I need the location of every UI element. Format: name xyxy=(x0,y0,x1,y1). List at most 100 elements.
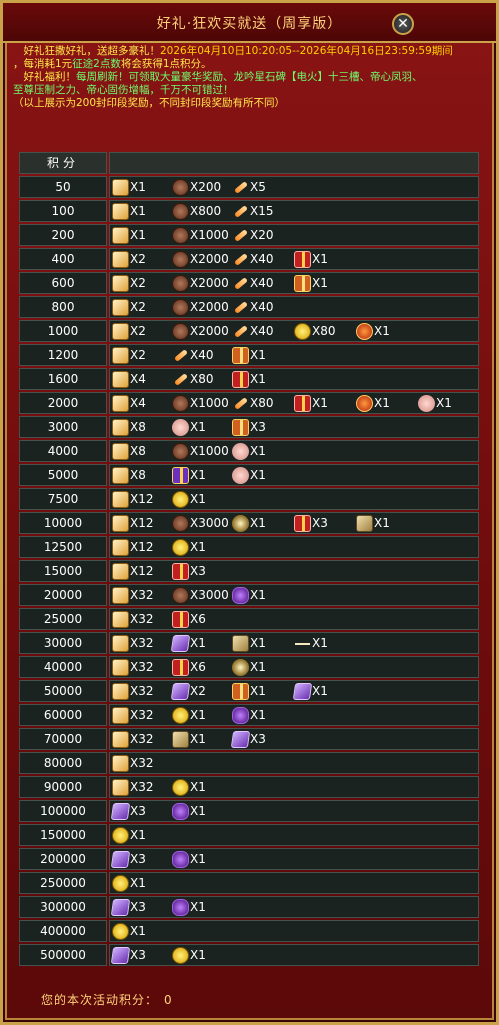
reward-item[interactable]: X1 xyxy=(232,442,266,460)
reward-item[interactable]: X32 xyxy=(112,586,154,604)
reward-item[interactable]: X1 xyxy=(112,922,146,940)
reward-item[interactable]: X2 xyxy=(170,682,206,700)
reward-item[interactable]: X2 xyxy=(112,250,146,268)
reward-item[interactable]: X200 xyxy=(172,178,221,196)
reward-item[interactable]: X1 xyxy=(112,226,146,244)
card-icon xyxy=(110,898,131,916)
reward-item[interactable]: X1000 xyxy=(172,394,229,412)
reward-item[interactable]: X3 xyxy=(110,850,146,868)
reward-item[interactable]: X1 xyxy=(172,706,206,724)
reward-item[interactable]: X8 xyxy=(112,466,146,484)
reward-item[interactable]: X3 xyxy=(110,802,146,820)
reward-item[interactable]: X32 xyxy=(112,778,154,796)
reward-item[interactable]: X32 xyxy=(112,754,154,772)
reward-item[interactable]: X1 xyxy=(112,178,146,196)
reward-item[interactable]: X2000 xyxy=(172,250,229,268)
reward-item[interactable]: X3 xyxy=(232,418,266,436)
reward-item[interactable]: X1 xyxy=(172,466,206,484)
reward-item[interactable]: X1 xyxy=(232,682,266,700)
reward-item[interactable]: X1 xyxy=(172,778,206,796)
reward-item[interactable]: X1 xyxy=(294,634,328,652)
red-gift-icon xyxy=(172,610,189,628)
reward-item[interactable]: X2 xyxy=(112,346,146,364)
reward-item[interactable]: X32 xyxy=(112,658,154,676)
reward-item[interactable]: X1 xyxy=(172,418,206,436)
reward-item[interactable]: X40 xyxy=(232,298,274,316)
reward-item[interactable]: X8 xyxy=(112,442,146,460)
reward-item[interactable]: X3000 xyxy=(172,586,229,604)
table-row: 100000 X3 X1 xyxy=(19,800,479,822)
reward-item[interactable]: X5 xyxy=(232,178,266,196)
reward-item[interactable]: X80 xyxy=(172,370,214,388)
reward-item[interactable]: X12 xyxy=(112,514,154,532)
reward-item[interactable]: X1 xyxy=(232,466,266,484)
reward-item[interactable]: X1 xyxy=(418,394,452,412)
reward-item[interactable]: X1 xyxy=(356,514,390,532)
reward-item[interactable]: X2 xyxy=(112,322,146,340)
reward-item[interactable]: X3 xyxy=(230,730,266,748)
reward-item[interactable]: X40 xyxy=(172,346,214,364)
reward-item[interactable]: X40 xyxy=(232,274,274,292)
reward-item[interactable]: X1 xyxy=(294,274,328,292)
reward-item[interactable]: X2 xyxy=(112,274,146,292)
reward-item[interactable]: X3 xyxy=(172,562,206,580)
reward-item[interactable]: X1 xyxy=(356,322,390,340)
reward-item[interactable]: X1 xyxy=(232,514,266,532)
reward-item[interactable]: X6 xyxy=(172,610,206,628)
reward-item[interactable]: X1000 xyxy=(172,442,229,460)
reward-item[interactable]: X1 xyxy=(232,658,266,676)
reward-item[interactable]: X12 xyxy=(112,490,154,508)
reward-item[interactable]: X40 xyxy=(232,322,274,340)
reward-item[interactable]: X12 xyxy=(112,562,154,580)
reward-item[interactable]: X80 xyxy=(232,394,274,412)
reward-item[interactable]: X32 xyxy=(112,730,154,748)
reward-item[interactable]: X1 xyxy=(170,634,206,652)
reward-item[interactable]: X40 xyxy=(232,250,274,268)
reward-item[interactable]: X32 xyxy=(112,634,154,652)
reward-item[interactable]: X2000 xyxy=(172,322,229,340)
table-row: 70000 X32 X1 X3 xyxy=(19,728,479,750)
reward-item[interactable]: X3 xyxy=(294,514,328,532)
coin-icon xyxy=(172,706,189,724)
reward-item[interactable]: X1 xyxy=(172,946,206,964)
reward-item[interactable]: X1 xyxy=(172,802,206,820)
reward-item[interactable]: X1 xyxy=(232,586,266,604)
reward-item[interactable]: X32 xyxy=(112,682,154,700)
reward-item[interactable]: X4 xyxy=(112,394,146,412)
rewards-cell: X2 X2000 X40 xyxy=(109,296,479,318)
reward-item[interactable]: X1 xyxy=(112,826,146,844)
reward-item[interactable]: X1 xyxy=(172,490,206,508)
reward-item[interactable]: X1 xyxy=(232,370,266,388)
reward-item[interactable]: X1 xyxy=(172,538,206,556)
reward-item[interactable]: X2000 xyxy=(172,298,229,316)
reward-item[interactable]: X6 xyxy=(172,658,206,676)
reward-item[interactable]: X1 xyxy=(232,634,266,652)
reward-item[interactable]: X1 xyxy=(232,706,266,724)
reward-item[interactable]: X8 xyxy=(112,418,146,436)
reward-item[interactable]: X15 xyxy=(232,202,274,220)
reward-item[interactable]: X1 xyxy=(232,346,266,364)
reward-item[interactable]: X1 xyxy=(292,682,328,700)
reward-item[interactable]: X20 xyxy=(232,226,274,244)
reward-item[interactable]: X3000 xyxy=(172,514,229,532)
reward-item[interactable]: X1 xyxy=(172,898,206,916)
close-button[interactable]: ✕ xyxy=(392,13,414,35)
reward-item[interactable]: X12 xyxy=(112,538,154,556)
reward-item[interactable]: X1 xyxy=(112,874,146,892)
reward-item[interactable]: X3 xyxy=(110,898,146,916)
reward-item[interactable]: X80 xyxy=(294,322,336,340)
reward-item[interactable]: X2 xyxy=(112,298,146,316)
reward-item[interactable]: X3 xyxy=(110,946,146,964)
reward-item[interactable]: X1 xyxy=(294,250,328,268)
reward-item[interactable]: X800 xyxy=(172,202,221,220)
reward-item[interactable]: X32 xyxy=(112,610,154,628)
reward-item[interactable]: X1 xyxy=(356,394,390,412)
reward-item[interactable]: X1000 xyxy=(172,226,229,244)
reward-item[interactable]: X1 xyxy=(294,394,328,412)
reward-item[interactable]: X1 xyxy=(172,850,206,868)
reward-item[interactable]: X1 xyxy=(112,202,146,220)
reward-item[interactable]: X32 xyxy=(112,706,154,724)
reward-item[interactable]: X2000 xyxy=(172,274,229,292)
reward-item[interactable]: X4 xyxy=(112,370,146,388)
reward-item[interactable]: X1 xyxy=(172,730,206,748)
